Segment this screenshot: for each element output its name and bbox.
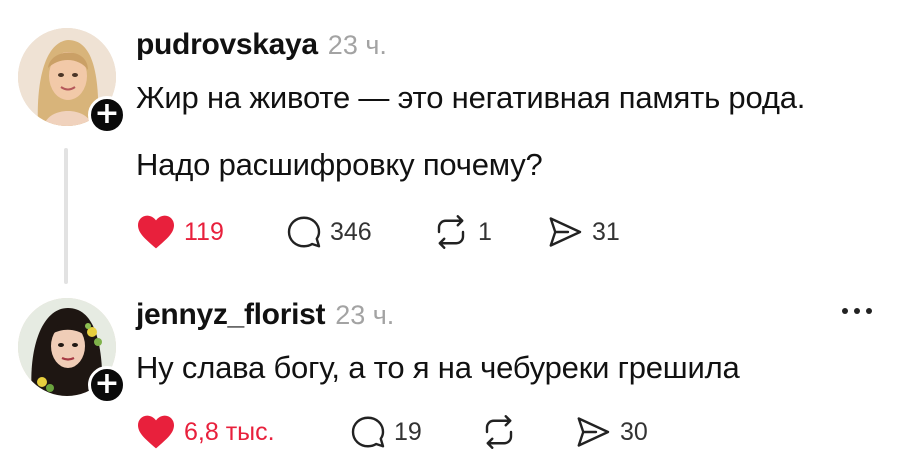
thread-line	[64, 148, 68, 284]
dot	[842, 308, 848, 314]
like-button[interactable]: 119	[136, 212, 286, 252]
share-count: 31	[592, 217, 620, 246]
dot	[854, 308, 860, 314]
repost-count: 1	[478, 217, 492, 246]
follow-plus-icon[interactable]: +	[88, 366, 126, 404]
repost-button[interactable]	[480, 412, 574, 452]
dot	[866, 308, 872, 314]
paper-plane-icon	[577, 417, 610, 447]
like-count: 119	[184, 217, 224, 246]
avatar-container[interactable]: +	[18, 28, 126, 134]
speech-bubble-icon	[287, 216, 321, 248]
heart-icon	[138, 215, 174, 249]
username[interactable]: jennyz_florist	[136, 298, 325, 332]
comment-button[interactable]: 346	[286, 212, 432, 252]
share-count: 30	[620, 417, 648, 446]
share-button[interactable]: 31	[546, 212, 656, 252]
follow-plus-icon[interactable]: +	[88, 96, 126, 134]
post-actions: 119 346 1 31	[136, 212, 656, 252]
username[interactable]: pudrovskaya	[136, 28, 318, 62]
post-text-line: Жир на животе — это негативная память ро…	[136, 80, 806, 115]
comment-button[interactable]: 19	[350, 412, 480, 452]
post-text-line: Ну слава богу, а то я на чебуреки грешил…	[136, 350, 740, 385]
repost-arrows-icon	[437, 215, 465, 249]
timestamp: 23 ч.	[335, 300, 395, 330]
post: + jennyz_florist 23 ч. Ну слава богу, а …	[0, 290, 900, 476]
repost-arrows-icon	[485, 415, 513, 449]
comment-count: 19	[394, 417, 422, 446]
speech-bubble-icon	[351, 416, 385, 448]
post-actions: 6,8 тыс. 19 30	[136, 412, 684, 452]
share-button[interactable]: 30	[574, 412, 684, 452]
post-header: pudrovskaya 23 ч.	[136, 28, 387, 62]
paper-plane-icon	[549, 217, 582, 247]
repost-button[interactable]: 1	[432, 212, 546, 252]
post-text-line: Надо расшифровку почему?	[136, 147, 543, 182]
post-header: jennyz_florist 23 ч.	[136, 298, 394, 332]
like-count: 6,8 тыс.	[184, 417, 275, 446]
timestamp: 23 ч.	[327, 30, 387, 60]
more-options-ellipsis-icon[interactable]	[842, 308, 872, 314]
comment-count: 346	[330, 217, 372, 246]
like-button[interactable]: 6,8 тыс.	[136, 412, 350, 452]
avatar-container[interactable]: +	[18, 298, 126, 404]
post: + pudrovskaya 23 ч. Жир на животе — это …	[0, 0, 900, 290]
heart-icon	[138, 415, 174, 449]
